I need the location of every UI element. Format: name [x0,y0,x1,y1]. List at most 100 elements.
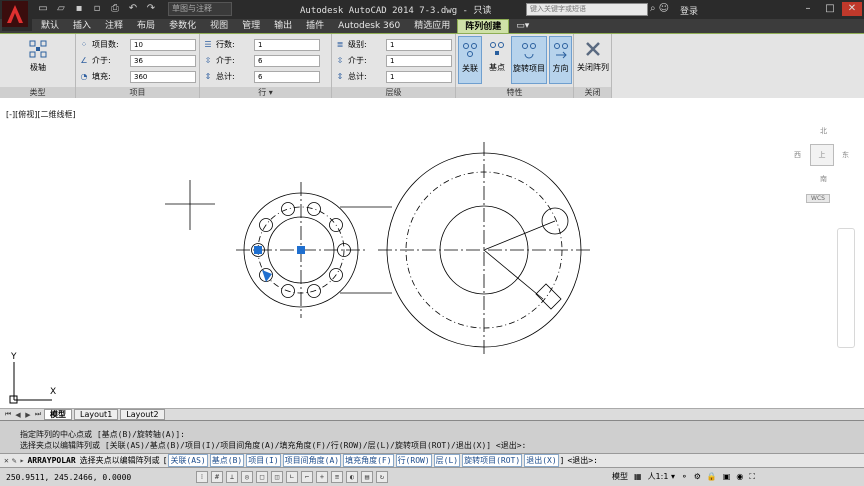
layout-view-icon[interactable]: ▦ [634,472,642,481]
level-count-input[interactable] [386,38,452,51]
dyn-input-icon[interactable]: + [316,471,328,483]
osnap-icon[interactable]: □ [256,471,268,483]
prev-tab-icon[interactable]: ◀ [14,411,22,419]
grip-base-point [254,246,262,254]
viewcube-south[interactable]: 南 [820,174,827,184]
tab-layout[interactable]: 布局 [130,19,162,33]
tab-view[interactable]: 视图 [203,19,235,33]
polar-type-button[interactable]: 极轴 [18,36,58,84]
viewcube-face-top[interactable]: 上 [810,144,834,166]
navigation-bar[interactable] [837,228,855,348]
associative-button[interactable]: 关联 [458,36,482,84]
layout-tab-layout1[interactable]: Layout1 [74,409,119,420]
tab-manage[interactable]: 管理 [235,19,267,33]
new-file-icon[interactable]: ▭ [36,2,50,16]
tab-annotate[interactable]: 注释 [98,19,130,33]
fill-angle-input[interactable] [130,70,196,83]
polar-icon[interactable]: ◎ [241,471,253,483]
minimize-button[interactable]: – [798,2,818,16]
row-count-input[interactable] [254,38,320,51]
row-total-input[interactable] [254,70,320,83]
tab-autodesk-360[interactable]: Autodesk 360 [331,19,407,33]
annotation-scale[interactable]: 人1:1 ▾ [648,471,675,482]
tab-parametric[interactable]: 参数化 [162,19,203,33]
direction-button[interactable]: 方向 [549,36,572,84]
transparency-icon[interactable]: ◐ [346,471,358,483]
viewcube[interactable]: 北 西 上 东 南 [794,120,849,204]
layout-tab-model[interactable]: 模型 [44,409,72,420]
cmd-option-items[interactable]: 项目(I) [246,454,281,467]
level-total-input[interactable] [386,70,452,83]
viewcube-north[interactable]: 北 [820,126,827,136]
layout-tab-layout2[interactable]: Layout2 [120,409,165,420]
tab-insert[interactable]: 插入 [66,19,98,33]
cmd-option-associative[interactable]: 关联(AS) [168,454,208,467]
cmd-option-levels[interactable]: 层(L) [433,454,461,467]
tab-plugins[interactable]: 插件 [299,19,331,33]
annotation-visibility-icon[interactable]: ⚬ [681,472,688,481]
fill-angle-label: 填充: [92,72,111,81]
tab-output[interactable]: 输出 [267,19,299,33]
item-angle-input[interactable] [130,54,196,67]
close-array-button[interactable]: 关闭阵列 [576,36,610,84]
open-file-icon[interactable]: ▱ [54,2,68,16]
save-as-icon[interactable]: ▫ [90,2,104,16]
tab-featured-apps[interactable]: 精选应用 [407,19,457,33]
coordinate-readout[interactable]: 250.9511, 245.2466, 0.0000 [6,473,131,482]
search-input[interactable]: 键入关键字或短语 [526,3,648,16]
cmd-option-angle-between[interactable]: 项目间角度(A) [282,454,342,467]
tab-array-creation[interactable]: 阵列创建 [457,19,510,33]
ribbon-minimize-icon[interactable]: ▭▾ [509,19,533,33]
next-tab-icon[interactable]: ▶ [24,411,32,419]
cmd-option-base-point[interactable]: 基点(B) [209,454,245,467]
lineweight-icon[interactable]: ≡ [331,471,343,483]
cmd-option-exit[interactable]: 退出(X) [524,454,559,467]
base-point-button[interactable]: 基点 [484,36,510,84]
application-menu-button[interactable] [2,1,32,31]
level-spacing-input[interactable] [386,54,452,67]
first-tab-icon[interactable]: ⏮ [4,410,12,419]
login-button[interactable]: 登录 [680,4,698,17]
rotate-items-button[interactable]: 旋转项目 [511,36,547,84]
close-button[interactable]: ✕ [842,2,862,16]
lock-icon[interactable]: 🔒 [707,472,717,481]
row-spacing-input[interactable] [254,54,320,67]
wcs-menu[interactable]: WCS [806,194,830,203]
cmd-option-rows[interactable]: 行(ROW) [395,454,432,467]
workspace-switch-icon[interactable]: ⚙ [694,472,701,481]
cmd-option-fill-angle[interactable]: 填充角度(F) [343,454,394,467]
undo-icon[interactable]: ↶ [126,2,140,16]
quick-properties-icon[interactable]: ▤ [361,471,373,483]
command-customize-icon[interactable]: ✎ [12,456,17,465]
ortho-icon[interactable]: ⊥ [226,471,238,483]
drawing-canvas[interactable]: Y X [0,98,864,408]
tab-default[interactable]: 默认 [34,19,66,33]
viewport-controls[interactable]: [-][俯视][二维线框] [6,109,76,120]
viewcube-west[interactable]: 西 [794,150,801,160]
item-count-input[interactable] [130,38,196,51]
hardware-accel-icon[interactable]: ▣ [723,472,731,481]
workspace-dropdown[interactable]: 草图与注释 [168,2,232,16]
isolate-objects-icon[interactable]: ◉ [736,472,743,481]
otrack-icon[interactable]: ∟ [286,471,298,483]
cmd-option-rotate-items[interactable]: 旋转项目(ROT) [462,454,523,467]
3d-osnap-icon[interactable]: ◫ [271,471,283,483]
maximize-button[interactable]: □ [820,2,840,16]
command-line[interactable]: ✕ ✎ ▸ ARRAYPOLAR 选择夹点以编辑阵列或 [ 关联(AS) 基点(… [0,453,864,468]
last-tab-icon[interactable]: ⏭ [34,410,42,419]
search-icon[interactable]: ⌕ [650,3,656,14]
user-icon[interactable]: ☺ [659,3,669,14]
selection-cycling-icon[interactable]: ↻ [376,471,388,483]
viewcube-east[interactable]: 东 [842,150,849,160]
snap-icon[interactable]: ⁞ [196,471,208,483]
clean-screen-icon[interactable]: ⛶ [749,472,755,482]
print-icon[interactable]: ⎙ [108,2,122,16]
model-space-toggle[interactable]: 模型 [612,471,628,482]
ducs-icon[interactable]: ⌐ [301,471,313,483]
command-close-icon[interactable]: ✕ [4,456,9,465]
row-count-label: 行数: [216,40,235,49]
grid-icon[interactable]: # [211,471,223,483]
save-icon[interactable]: ▪ [72,2,86,16]
command-recent-icon[interactable]: ▸ [20,456,25,465]
redo-icon[interactable]: ↷ [144,2,158,16]
